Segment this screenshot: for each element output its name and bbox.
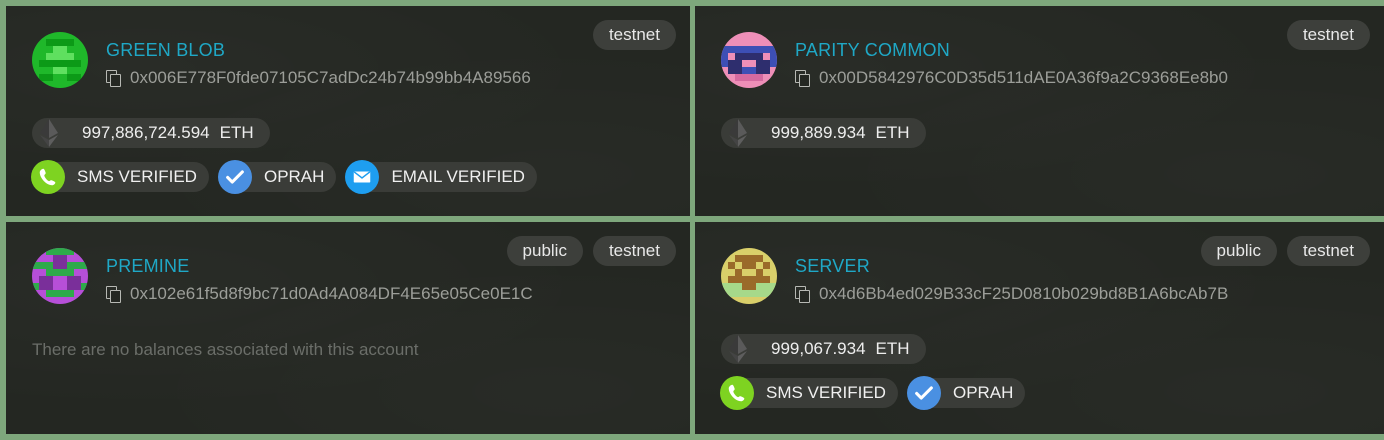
- tag-list: public testnet: [506, 236, 676, 266]
- balance-unit: ETH: [875, 123, 910, 142]
- tag[interactable]: testnet: [1286, 20, 1370, 50]
- balance-amount: 999,067.934: [771, 339, 866, 358]
- badge-sms-verified: SMS VERIFIED: [720, 376, 898, 410]
- badge-email-verified: EMAIL VERIFIED: [345, 160, 537, 194]
- badge-sms-verified: SMS VERIFIED: [31, 160, 209, 194]
- account-name[interactable]: SERVER: [795, 256, 870, 277]
- account-identicon: [32, 32, 88, 88]
- account-address-row: 0x4d6Bb4ed029B33cF25D0810b029bd8B1A6bcAb…: [795, 284, 1228, 304]
- tag[interactable]: public: [506, 236, 583, 266]
- account-identicon: [32, 248, 88, 304]
- tag-list: testnet: [592, 20, 676, 50]
- badge-oprah: OPRAH: [906, 376, 1026, 410]
- copy-icon[interactable]: [106, 70, 121, 87]
- phone-icon: [31, 160, 65, 194]
- tag[interactable]: public: [1200, 236, 1277, 266]
- no-balance-message: There are no balances associated with th…: [32, 340, 419, 359]
- account-card[interactable]: public testnet PREMINE 0x102e61f5d8f9bc7…: [6, 222, 690, 434]
- account-name[interactable]: PREMINE: [106, 256, 189, 277]
- copy-icon[interactable]: [106, 286, 121, 303]
- account-identicon: [721, 32, 777, 88]
- account-address: 0x006E778F0fde07105C7adDc24b74b99bb4A895…: [130, 68, 531, 87]
- certification-badges: SMS VERIFIED OPRAH EMAIL VERIFIED: [31, 160, 537, 194]
- account-address: 0x102e61f5d8f9bc71d0Ad4A084DF4E65e05Ce0E…: [130, 284, 533, 303]
- badge-oprah: OPRAH: [217, 160, 337, 194]
- checkmark-icon: [217, 160, 252, 194]
- eth-balance: 997,886,724.594 ETH: [32, 118, 270, 148]
- ethereum-icon: [40, 119, 58, 147]
- copy-icon[interactable]: [795, 70, 810, 87]
- ethereum-icon: [729, 335, 747, 363]
- account-identicon: [721, 248, 777, 304]
- account-card[interactable]: public testnet SERVER 0x4d6Bb4ed029B33cF…: [695, 222, 1384, 434]
- tag[interactable]: testnet: [1286, 236, 1370, 266]
- account-address: 0x4d6Bb4ed029B33cF25D0810b029bd8B1A6bcAb…: [819, 284, 1229, 303]
- eth-balance: 999,889.934 ETH: [721, 118, 926, 148]
- account-address: 0x00D5842976C0D35d511dAE0A36f9a2C9368Ee8…: [819, 68, 1228, 87]
- account-address-row: 0x102e61f5d8f9bc71d0Ad4A084DF4E65e05Ce0E…: [106, 284, 533, 304]
- account-name[interactable]: GREEN BLOB: [106, 40, 225, 61]
- envelope-icon: [345, 160, 380, 194]
- tag-list: public testnet: [1200, 236, 1370, 266]
- certification-badges: SMS VERIFIED OPRAH: [720, 376, 1026, 410]
- eth-balance: 999,067.934 ETH: [721, 334, 926, 364]
- phone-icon: [720, 376, 754, 410]
- tag[interactable]: testnet: [592, 236, 676, 266]
- balance-amount: 999,889.934: [771, 123, 866, 142]
- account-card[interactable]: testnet PARITY COMMON 0x00D5842976C0D35d…: [695, 6, 1384, 216]
- account-address-row: 0x00D5842976C0D35d511dAE0A36f9a2C9368Ee8…: [795, 68, 1228, 88]
- copy-icon[interactable]: [795, 286, 810, 303]
- ethereum-icon: [729, 119, 747, 147]
- checkmark-icon: [906, 376, 941, 410]
- account-card[interactable]: testnet GREEN BLOB 0x006E778F0fde07105C7…: [6, 6, 690, 216]
- tag[interactable]: testnet: [592, 20, 676, 50]
- tag-list: testnet: [1286, 20, 1370, 50]
- account-name[interactable]: PARITY COMMON: [795, 40, 950, 61]
- account-address-row: 0x006E778F0fde07105C7adDc24b74b99bb4A895…: [106, 68, 531, 88]
- balance-amount: 997,886,724.594: [82, 123, 210, 142]
- balance-unit: ETH: [875, 339, 910, 358]
- balance-unit: ETH: [219, 123, 254, 142]
